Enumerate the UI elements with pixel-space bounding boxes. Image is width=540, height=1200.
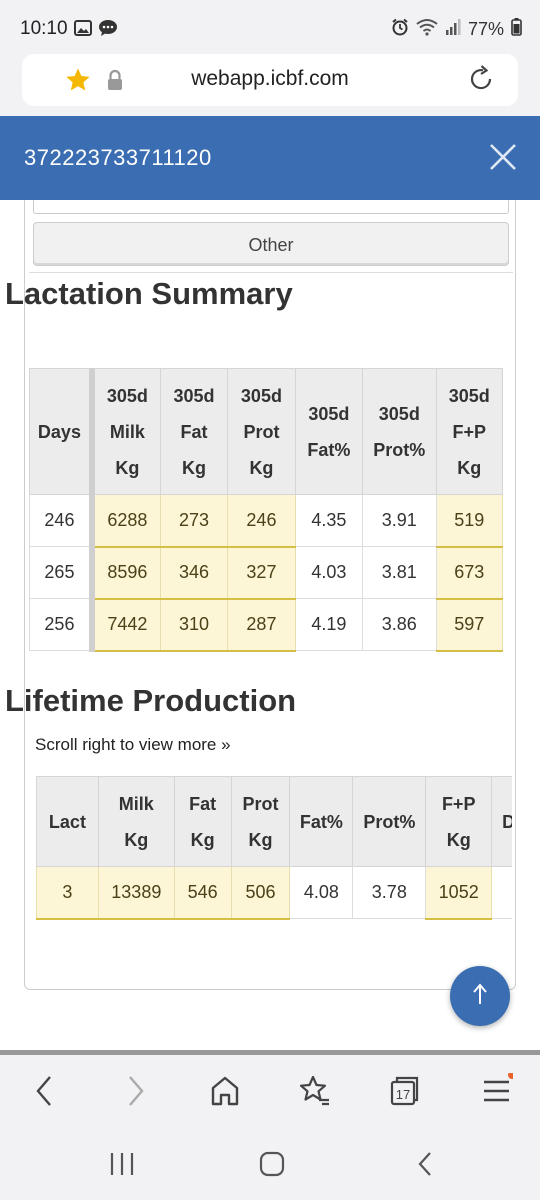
header-fp-kg: F+P Kg (425, 776, 493, 867)
lifetime-production-title: Lifetime Production (5, 683, 297, 718)
table-cell: 4.35 (294, 494, 364, 547)
previous-box-edge (33, 200, 509, 214)
lifetime-production-table: Lact Milk Kg Fat Kg Prot Kg Fat% Prot% F+P K… (36, 776, 512, 920)
table-cell: 4.03 (294, 546, 364, 599)
alarm-icon (391, 18, 409, 41)
recent-apps-icon[interactable] (108, 1150, 136, 1183)
scroll-hint: Scroll right to view more » (35, 735, 231, 754)
header-milk-kg: Milk Kg (97, 776, 175, 867)
table-cell: 4.08 (289, 866, 354, 919)
menu-icon[interactable] (481, 1071, 516, 1114)
table-cell: 6288 (88, 494, 161, 548)
home-icon[interactable] (209, 1073, 241, 1114)
table-cell: 3.86 (362, 598, 437, 651)
header-truncated: D (491, 776, 512, 867)
table-cell: 1052 (425, 866, 493, 920)
header-lact: Lact (36, 776, 99, 867)
forward-icon[interactable] (122, 1073, 150, 1114)
wifi-icon (416, 18, 438, 41)
header-305d-milk-kg: 305d Milk Kg (88, 368, 161, 495)
table-cell: 246 (227, 494, 296, 548)
table-cell: 4.19 (294, 598, 364, 651)
header-prot-kg: Prot Kg (230, 776, 291, 867)
table-cell: 7442 (88, 598, 161, 652)
signal-icon (445, 18, 461, 41)
address-bar[interactable]: webapp.icbf.com (22, 54, 518, 106)
table-cell: 287 (227, 598, 296, 652)
close-icon[interactable] (488, 142, 518, 177)
url-text[interactable]: webapp.icbf.com (22, 67, 518, 91)
home-button-icon[interactable] (258, 1150, 286, 1183)
table-cell: 327 (227, 546, 296, 600)
table-cell: 3.81 (362, 546, 437, 599)
table-row: 265 8596 346 327 4.03 3.81 673 (28, 546, 504, 600)
bookmarks-icon[interactable] (298, 1073, 332, 1114)
modal-title: 372223733711120 (24, 145, 212, 170)
table-cell: 519 (435, 494, 504, 548)
table-cell: 3.78 (352, 866, 427, 919)
lifetime-table-scroll-container[interactable]: Lact Milk Kg Fat Kg Prot Kg Fat% Prot% F+P K… (36, 776, 512, 920)
table-cell: 506 (230, 866, 291, 920)
table-cell: 673 (435, 546, 504, 600)
table-cell: 3 (36, 866, 99, 920)
header-305d-fp-kg: 305d F+P Kg (435, 368, 504, 495)
tabs-icon[interactable]: 17 (389, 1073, 421, 1114)
header-305d-prot-pct: 305d Prot% (362, 368, 437, 495)
table-row: 246 6288 273 246 4.35 3.91 519 (28, 494, 504, 548)
modal-header: 372223733711120 (0, 116, 540, 200)
table-row: 3 13389 546 506 4.08 3.78 1052 (36, 866, 512, 920)
table-cell (491, 866, 512, 919)
header-days: Days (28, 368, 93, 495)
svg-text:17: 17 (396, 1087, 410, 1102)
divider (29, 272, 513, 273)
header-305d-fat-kg: 305d Fat Kg (159, 368, 229, 495)
table-cell: 597 (435, 598, 504, 652)
battery-icon (511, 18, 522, 41)
chat-icon (98, 19, 118, 42)
back-icon[interactable] (30, 1073, 58, 1114)
gallery-icon (74, 19, 92, 42)
lactation-summary-title: Lactation Summary (5, 276, 293, 311)
reload-icon[interactable] (466, 64, 496, 99)
other-button[interactable]: Other (33, 222, 509, 266)
status-time: 10:10 (20, 18, 68, 39)
table-cell: 3.91 (362, 494, 437, 547)
browser-toolbar: 17 (0, 1055, 540, 1130)
status-bar: 10:10 77% (0, 0, 540, 58)
arrow-up-icon (470, 982, 490, 1011)
header-fat-kg: Fat Kg (173, 776, 232, 867)
scroll-to-top-button[interactable] (450, 966, 510, 1026)
back-button-icon[interactable] (412, 1150, 440, 1183)
table-cell: 346 (159, 546, 229, 600)
system-nav-bar (0, 1130, 540, 1200)
lactation-summary-table: Days 305d Milk Kg 305d Fat Kg 305d Prot Kg 305… (28, 368, 504, 652)
header-prot-pct: Prot% (352, 776, 427, 867)
table-cell: 8596 (88, 546, 161, 600)
table-cell: 265 (28, 546, 93, 599)
table-cell: 246 (28, 494, 93, 547)
header-305d-fat-pct: 305d Fat% (294, 368, 364, 495)
header-fat-pct: Fat% (289, 776, 354, 867)
header-305d-prot-kg: 305d Prot Kg (227, 368, 296, 495)
battery-text: 77% (467, 19, 504, 39)
table-cell: 273 (159, 494, 229, 548)
table-cell: 13389 (97, 866, 175, 920)
table-cell: 256 (28, 598, 93, 651)
table-row: 256 7442 310 287 4.19 3.86 597 (28, 598, 504, 652)
table-cell: 546 (173, 866, 232, 920)
table-cell: 310 (159, 598, 229, 652)
